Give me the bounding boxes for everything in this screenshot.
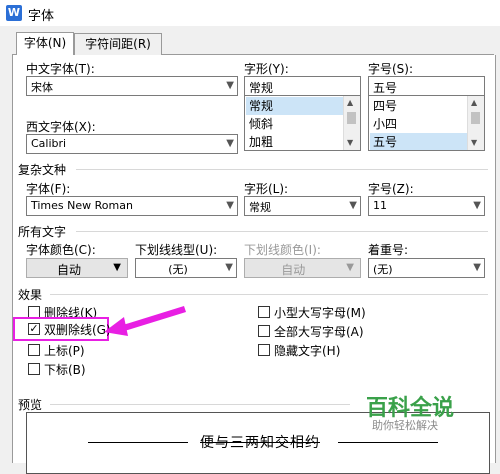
chevron-down-icon: ▼ <box>226 200 234 211</box>
chinese-font-select[interactable]: 宋体 ▼ <box>26 76 238 96</box>
title-bar <box>0 0 500 26</box>
all-text-section-heading: 所有文字 <box>18 225 67 239</box>
section-divider <box>76 231 488 232</box>
section-divider <box>50 404 350 405</box>
style-input-value: 常规 <box>249 81 274 95</box>
app-logo-icon: W <box>6 5 22 21</box>
annotation-arrow-icon <box>104 306 186 336</box>
scroll-up-icon[interactable]: ▲ <box>347 98 353 107</box>
caret-down-icon: ▼ <box>113 262 121 273</box>
subscript-label[interactable]: 下标(B) <box>44 361 86 378</box>
complex-font-label: 字体(F): <box>26 182 71 196</box>
style-listbox[interactable]: 常规 倾斜 加粗 ▲ ▼ <box>244 95 361 151</box>
underline-color-select: 自动 ▼ <box>244 258 361 278</box>
window-title: 字体 <box>28 9 55 24</box>
underline-type-value: (无) <box>168 263 188 276</box>
complex-size-select[interactable]: 11 ▼ <box>368 196 485 216</box>
emphasis-label: 着重号: <box>368 243 409 257</box>
all-caps-label[interactable]: 全部大写字母(A) <box>274 323 364 340</box>
size-input-value: 五号 <box>373 81 398 95</box>
font-color-value: 自动 <box>56 263 81 277</box>
size-option[interactable]: 小四 <box>370 115 468 133</box>
size-option[interactable]: 四号 <box>370 97 468 115</box>
preview-baseline-right <box>338 442 438 443</box>
chevron-down-icon: ▼ <box>226 138 234 149</box>
western-font-value: Calibri <box>31 137 67 150</box>
small-caps-checkbox[interactable] <box>258 306 270 318</box>
all-caps-checkbox[interactable] <box>258 325 270 337</box>
complex-style-label: 字形(L): <box>244 182 289 196</box>
size-scrollbar[interactable]: ▲ ▼ <box>467 96 484 150</box>
scroll-thumb[interactable] <box>347 112 356 124</box>
emphasis-select[interactable]: (无) ▼ <box>368 258 485 278</box>
underline-color-value: 自动 <box>281 263 306 277</box>
size-input[interactable]: 五号 <box>368 76 485 96</box>
preview-text: 便与三两知交相约 <box>200 435 320 451</box>
complex-style-select[interactable]: 常规 ▼ <box>244 196 361 216</box>
size-listbox[interactable]: 四号 小四 五号 ▲ ▼ <box>368 95 485 151</box>
double-strikethrough-label[interactable]: 双删除线(G) <box>44 321 111 338</box>
chinese-font-label: 中文字体(T): <box>26 62 95 76</box>
complex-font-value: Times New Roman <box>31 199 133 212</box>
complex-size-label: 字号(Z): <box>368 182 414 196</box>
complex-size-value: 11 <box>373 199 387 212</box>
chevron-down-icon: ▼ <box>225 262 233 273</box>
caret-down-icon: ▼ <box>346 262 354 273</box>
underline-color-label: 下划线颜色(I): <box>244 243 321 257</box>
style-option[interactable]: 常规 <box>246 97 344 115</box>
scroll-down-icon[interactable]: ▼ <box>471 138 477 147</box>
underline-type-label: 下划线线型(U): <box>135 243 218 257</box>
superscript-label[interactable]: 上标(P) <box>44 342 85 359</box>
hidden-text-label[interactable]: 隐藏文字(H) <box>274 342 340 359</box>
underline-type-select[interactable]: (无) ▼ <box>135 258 237 278</box>
size-label: 字号(S): <box>368 62 414 76</box>
hidden-text-checkbox[interactable] <box>258 344 270 356</box>
chinese-font-value: 宋体 <box>31 81 53 94</box>
double-strikethrough-checkbox[interactable]: ✓ <box>28 323 40 335</box>
font-color-select[interactable]: 自动 ▼ <box>26 258 128 278</box>
style-label: 字形(Y): <box>244 62 289 76</box>
watermark-tagline: 助你轻松解决 <box>372 419 438 432</box>
small-caps-label[interactable]: 小型大写字母(M) <box>274 304 366 321</box>
style-option[interactable]: 倾斜 <box>246 115 344 133</box>
section-divider <box>50 294 488 295</box>
effects-section-heading: 效果 <box>18 288 43 302</box>
emphasis-value: (无) <box>373 263 393 276</box>
superscript-checkbox[interactable] <box>28 344 40 356</box>
complex-section-heading: 复杂文种 <box>18 163 67 177</box>
scroll-down-icon[interactable]: ▼ <box>347 138 353 147</box>
style-option[interactable]: 加粗 <box>246 133 344 150</box>
font-color-label: 字体颜色(C): <box>26 243 96 257</box>
chevron-down-icon: ▼ <box>226 80 234 91</box>
preview-baseline-left <box>88 442 188 443</box>
chevron-down-icon: ▼ <box>473 200 481 211</box>
scroll-up-icon[interactable]: ▲ <box>471 98 477 107</box>
tab-character-spacing[interactable]: 字符间距(R) <box>74 33 162 55</box>
western-font-select[interactable]: Calibri ▼ <box>26 134 238 154</box>
tab-font[interactable]: 字体(N) <box>16 32 74 55</box>
chevron-down-icon: ▼ <box>349 200 357 211</box>
style-scrollbar[interactable]: ▲ ▼ <box>343 96 360 150</box>
subscript-checkbox[interactable] <box>28 363 40 375</box>
western-font-label: 西文字体(X): <box>26 120 96 134</box>
style-input[interactable]: 常规 <box>244 76 361 96</box>
scroll-thumb[interactable] <box>471 112 480 124</box>
complex-font-select[interactable]: Times New Roman ▼ <box>26 196 238 216</box>
section-divider <box>76 169 488 170</box>
complex-style-value: 常规 <box>249 201 271 214</box>
chevron-down-icon: ▼ <box>473 262 481 273</box>
preview-section-heading: 预览 <box>18 398 43 412</box>
size-option[interactable]: 五号 <box>370 133 468 150</box>
